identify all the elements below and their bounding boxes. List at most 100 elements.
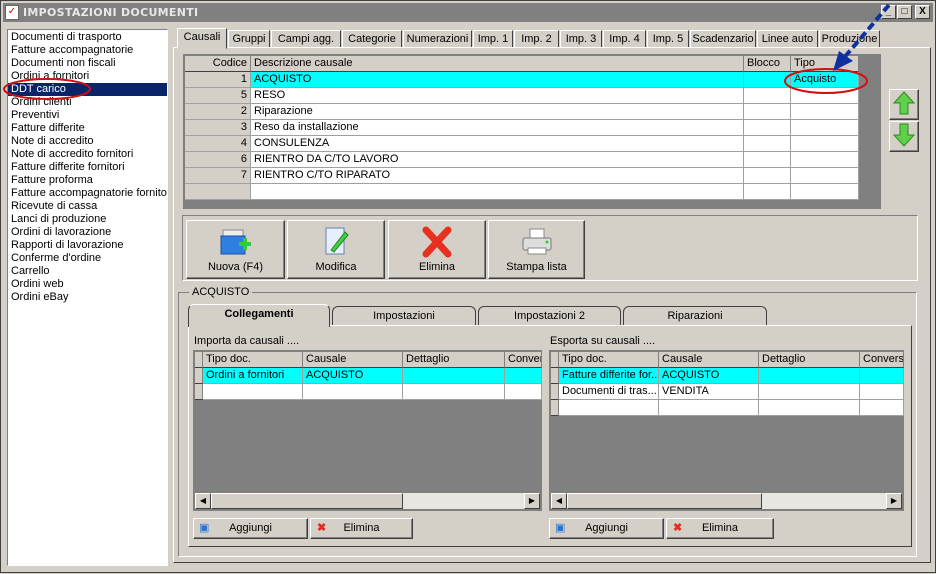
scrollbar-thumb[interactable] — [211, 493, 403, 509]
table-cell[interactable]: Ordini a fornitori — [203, 368, 303, 384]
tab-gruppi[interactable]: Gruppi — [228, 30, 270, 48]
table-cell[interactable] — [251, 184, 744, 200]
close-button[interactable]: X — [915, 5, 930, 19]
table-cell[interactable] — [744, 104, 791, 120]
column-header[interactable]: Causale — [303, 352, 403, 368]
sidebar-item[interactable]: Ordini clienti — [8, 96, 167, 109]
row-code-cell[interactable] — [185, 184, 251, 200]
row-indicator[interactable] — [551, 368, 559, 384]
row-code-cell[interactable]: 1 — [185, 72, 251, 88]
esporta-grid[interactable]: Tipo doc. Causale Dettaglio Conversi Fatture… — [549, 350, 904, 511]
tab-imp-3[interactable]: Imp. 3 — [560, 30, 602, 48]
column-header[interactable]: Blocco — [744, 56, 791, 72]
scroll-left-icon[interactable]: ◀ — [195, 493, 211, 509]
stampa-lista-button[interactable]: Stampa lista — [488, 220, 585, 279]
table-cell[interactable] — [559, 400, 659, 416]
column-header[interactable]: Dettaglio — [759, 352, 860, 368]
row-code-cell[interactable]: 4 — [185, 136, 251, 152]
table-cell[interactable] — [203, 384, 303, 400]
table-cell[interactable] — [744, 152, 791, 168]
table-cell[interactable] — [505, 368, 542, 384]
esporta-aggiungi-button[interactable]: ▣ Aggiungi — [549, 518, 664, 539]
table-cell[interactable] — [759, 368, 860, 384]
table-cell[interactable]: RESO — [251, 88, 744, 104]
sidebar-item[interactable]: Preventivi — [8, 109, 167, 122]
row-indicator[interactable] — [551, 384, 559, 400]
scroll-right-icon[interactable]: ▶ — [886, 493, 902, 509]
importa-elimina-button[interactable]: ✖ Elimina — [310, 518, 413, 539]
sidebar-item[interactable]: Ricevute di cassa — [8, 200, 167, 213]
row-code-cell[interactable]: 6 — [185, 152, 251, 168]
sidebar-item[interactable]: Ordini di lavorazione — [8, 226, 167, 239]
scrollbar-thumb[interactable] — [567, 493, 763, 509]
tab-campi-agg-[interactable]: Campi agg. — [271, 30, 341, 48]
sidebar-item[interactable]: Note di accredito fornitori — [8, 148, 167, 161]
modifica-button[interactable]: Modifica — [287, 220, 385, 279]
table-cell[interactable] — [403, 368, 505, 384]
sidebar-item[interactable]: Ordini web — [8, 278, 167, 291]
table-cell[interactable] — [744, 72, 791, 88]
sidebar-item[interactable]: Fatture differite — [8, 122, 167, 135]
table-cell[interactable] — [659, 400, 759, 416]
scroll-right-icon[interactable]: ▶ — [524, 493, 540, 509]
sidebar-item[interactable]: DDT carico — [8, 83, 167, 96]
tab-categorie[interactable]: Categorie — [342, 30, 402, 48]
table-cell[interactable]: Fatture differite for... — [559, 368, 659, 384]
sidebar-item[interactable]: Ordini a fornitori — [8, 70, 167, 83]
table-cell[interactable]: Riparazione — [251, 104, 744, 120]
table-cell[interactable] — [791, 120, 859, 136]
sidebar-item[interactable]: Fatture differite fornitori — [8, 161, 167, 174]
minimize-button[interactable]: _ — [881, 5, 896, 19]
tab-causali[interactable]: Causali — [177, 28, 227, 49]
nuova-button[interactable]: Nuova (F4) — [186, 220, 285, 279]
esporta-elimina-button[interactable]: ✖ Elimina — [666, 518, 774, 539]
table-cell[interactable] — [759, 384, 860, 400]
tab-produzione[interactable]: Produzione — [819, 30, 880, 48]
table-cell[interactable] — [303, 384, 403, 400]
row-code-cell[interactable]: 7 — [185, 168, 251, 184]
maximize-button[interactable]: □ — [897, 5, 912, 19]
table-cell[interactable] — [860, 368, 904, 384]
horizontal-scrollbar[interactable]: ◀ ▶ — [195, 493, 540, 509]
sidebar-item[interactable]: Note di accredito — [8, 135, 167, 148]
importa-aggiungi-button[interactable]: ▣ Aggiungi — [193, 518, 308, 539]
elimina-button[interactable]: Elimina — [388, 220, 486, 279]
row-indicator[interactable] — [551, 400, 559, 416]
table-cell[interactable]: ACQUISTO — [303, 368, 403, 384]
table-cell[interactable]: Acquisto — [791, 72, 859, 88]
table-cell[interactable]: CONSULENZA — [251, 136, 744, 152]
subtab-collegamenti[interactable]: Collegamenti — [188, 304, 330, 327]
row-code-cell[interactable]: 3 — [185, 120, 251, 136]
column-header[interactable]: Conversi — [860, 352, 904, 368]
column-header[interactable]: Descrizione causale — [251, 56, 744, 72]
table-cell[interactable] — [791, 104, 859, 120]
tab-numerazioni[interactable]: Numerazioni — [403, 30, 472, 48]
column-header[interactable]: Conver — [505, 352, 542, 368]
column-header[interactable]: Causale — [659, 352, 759, 368]
table-cell[interactable]: Reso da installazione — [251, 120, 744, 136]
sidebar-item[interactable]: Fatture accompagnatorie fornitori — [8, 187, 167, 200]
sidebar-item[interactable]: Carrello — [8, 265, 167, 278]
sidebar-item[interactable]: Lanci di produzione — [8, 213, 167, 226]
table-cell[interactable] — [759, 400, 860, 416]
subtab-impostazioni-2[interactable]: Impostazioni 2 — [478, 306, 621, 326]
tab-scadenzario[interactable]: Scadenzario — [690, 30, 756, 48]
subtab-impostazioni[interactable]: Impostazioni — [332, 306, 476, 326]
column-header[interactable]: Tipo doc. — [559, 352, 659, 368]
tab-imp-1[interactable]: Imp. 1 — [473, 30, 513, 48]
tab-imp-4[interactable]: Imp. 4 — [603, 30, 646, 48]
table-cell[interactable]: RIENTRO DA C/TO LAVORO — [251, 152, 744, 168]
table-cell[interactable]: Documenti di tras... — [559, 384, 659, 400]
scroll-left-icon[interactable]: ◀ — [551, 493, 567, 509]
table-cell[interactable]: RIENTRO C/TO RIPARATO — [251, 168, 744, 184]
move-down-button[interactable] — [889, 121, 919, 152]
table-cell[interactable] — [744, 168, 791, 184]
table-cell[interactable] — [744, 120, 791, 136]
table-cell[interactable] — [860, 384, 904, 400]
table-cell[interactable] — [505, 384, 542, 400]
move-up-button[interactable] — [889, 89, 919, 120]
row-code-cell[interactable]: 5 — [185, 88, 251, 104]
table-cell[interactable] — [860, 400, 904, 416]
table-cell[interactable]: ACQUISTO — [659, 368, 759, 384]
sidebar-item[interactable]: Documenti non fiscali — [8, 57, 167, 70]
